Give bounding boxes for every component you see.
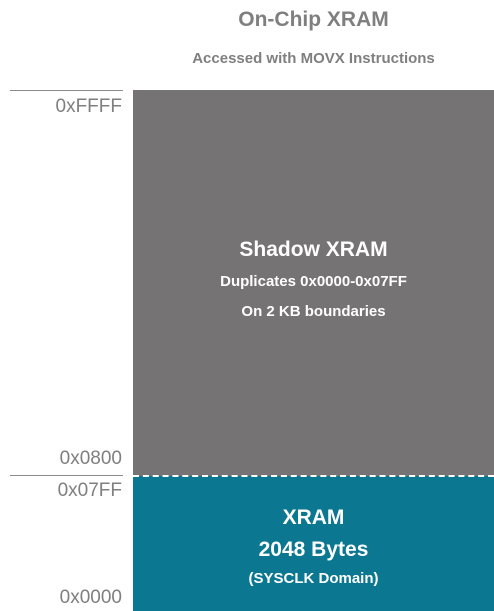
shadow-xram-title: Shadow XRAM	[239, 238, 388, 261]
boundary-address-rule	[10, 475, 123, 476]
memory-map-subtitle: Accessed with MOVX Instructions	[192, 50, 435, 67]
top-address-rule	[10, 90, 123, 91]
address-label-shadow-start: 0x0800	[59, 448, 122, 469]
shadow-xram-region: Shadow XRAM Duplicates 0x0000-0x07FF On …	[133, 90, 494, 476]
region-boundary-line	[133, 475, 494, 477]
xram-clock-domain: (SYSCLK Domain)	[248, 570, 379, 587]
shadow-xram-line1: Duplicates 0x0000-0x07FF	[220, 273, 407, 290]
memory-map-title: On-Chip XRAM	[238, 8, 389, 31]
address-label-top: 0xFFFF	[55, 96, 123, 117]
shadow-xram-line2: On 2 KB boundaries	[241, 303, 386, 320]
address-label-bottom: 0x0000	[59, 587, 122, 608]
address-label-xram-end: 0x07FF	[57, 480, 122, 501]
xram-region: XRAM 2048 Bytes (SYSCLK Domain)	[133, 476, 494, 611]
xram-size: 2048 Bytes	[258, 538, 369, 561]
xram-title: XRAM	[282, 506, 345, 529]
